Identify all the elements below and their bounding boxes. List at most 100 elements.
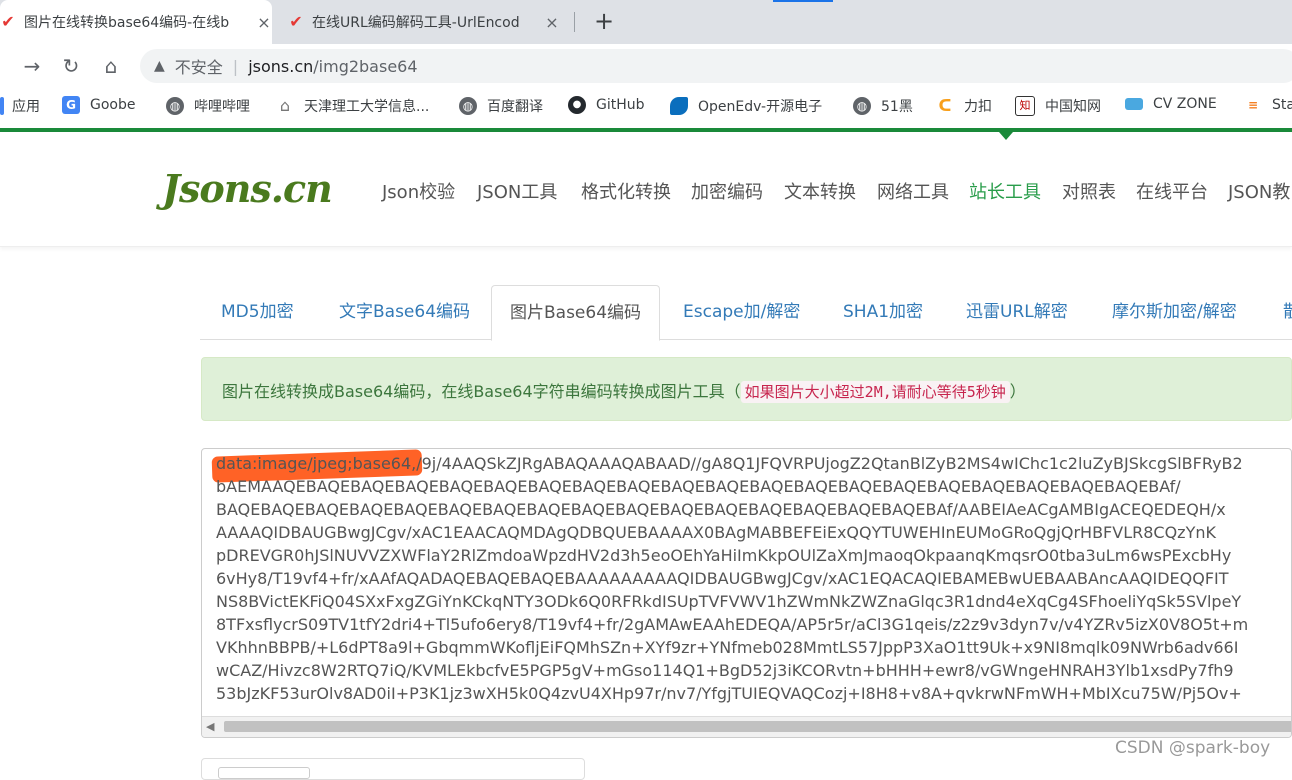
tab-more[interactable]: 散 bbox=[1283, 285, 1292, 339]
bookmark-goobe[interactable]: G Goobe bbox=[62, 96, 135, 114]
nav-json-tutorial[interactable]: JSON教 bbox=[1228, 178, 1290, 204]
active-nav-caret bbox=[999, 132, 1013, 140]
bookmark-baidu-translate[interactable]: ◍ 百度翻译 bbox=[459, 96, 543, 116]
tab-title: 图片在线转换base64编码-在线b bbox=[24, 15, 230, 31]
reload-icon[interactable]: ↻ bbox=[57, 52, 85, 80]
nav-format-convert[interactable]: 格式化转换 bbox=[581, 178, 671, 204]
base64-line: AAAAQIDBAUGBwgJCgv/xAC1EAACAQMDAgQDBQUEB… bbox=[216, 523, 1216, 542]
apps-icon bbox=[0, 97, 4, 115]
tab-morse[interactable]: 摩尔斯加密/解密 bbox=[1112, 285, 1237, 339]
tool-tabs: MD5加密 文字Base64编码 图片Base64编码 Escape加/解密 S… bbox=[200, 285, 1292, 341]
tab-text-base64[interactable]: 文字Base64编码 bbox=[339, 285, 470, 339]
alert-close-paren: ） bbox=[1009, 382, 1026, 401]
openedv-icon bbox=[670, 97, 688, 115]
base64-line: pDREVGR0hJSlNUVVZXWFlaY2RlZmdoaWpzdHV2d3… bbox=[216, 546, 1232, 565]
github-icon: ● bbox=[568, 96, 586, 114]
cvzone-icon bbox=[1125, 98, 1143, 110]
nav-text-convert[interactable]: 文本转换 bbox=[784, 178, 856, 204]
bookmark-label: 应用 bbox=[12, 99, 40, 115]
tab-separator bbox=[574, 12, 575, 32]
cnki-icon: 知 bbox=[1015, 96, 1035, 116]
bookmark-label: OpenEdv-开源电子 bbox=[698, 99, 823, 115]
home-icon: ⌂ bbox=[279, 96, 291, 115]
base64-line: VKhhnBBPB/+L6dPT8a9l+GbqmmWKofljEiFQMhSZ… bbox=[216, 638, 1239, 657]
bookmark-tjut[interactable]: ⌂ 天津理工大学信息... bbox=[276, 96, 429, 116]
base64-line: NS8BVictEKFiQ04SXxFxgZGiYnKCkqNTY3ODk6Q0… bbox=[216, 592, 1242, 611]
bookmarks-bar: 应用 G Goobe ◍ 哔哩哔哩 ⌂ 天津理工大学信息... ◍ 百度翻译 ●… bbox=[0, 88, 1292, 124]
tab-md5[interactable]: MD5加密 bbox=[221, 285, 294, 339]
warning-icon: ▲ bbox=[154, 58, 165, 74]
nav-webmaster-tools[interactable]: 站长工具 bbox=[969, 178, 1041, 204]
checkmark-favicon-icon: ✔ bbox=[1, 12, 15, 31]
watermark: CSDN @spark-boy bbox=[1115, 738, 1271, 758]
alert-text: 图片在线转换成Base64编码，在线Base64字符串编码转换成图片工具（ 如果图… bbox=[222, 378, 1026, 403]
bookmark-openedv[interactable]: OpenEdv-开源电子 bbox=[670, 96, 822, 116]
nav-reference-tables[interactable]: 对照表 bbox=[1062, 178, 1116, 204]
scroll-left-icon[interactable]: ◀ bbox=[206, 720, 214, 733]
browser-tab[interactable]: ✔ 在线URL编码解码工具-UrlEncod × bbox=[288, 0, 570, 44]
bookmark-cvzone[interactable]: CV ZONE bbox=[1125, 96, 1217, 112]
base64-text: /9j/4AAQSkZJRgABAQAAAQABAAD//gA8Q1JFQVRP… bbox=[416, 454, 1243, 473]
close-tab-icon[interactable]: × bbox=[256, 13, 272, 32]
stack-icon: ≡ bbox=[1247, 98, 1259, 112]
bookmark-label: 哔哩哔哩 bbox=[194, 99, 250, 115]
bookmark-leetcode[interactable]: ᑕ 力扣 bbox=[936, 96, 992, 116]
nav-online-platform[interactable]: 在线平台 bbox=[1136, 178, 1208, 204]
tab-thunder-url[interactable]: 迅雷URL解密 bbox=[966, 285, 1068, 339]
globe-icon: ◍ bbox=[166, 97, 184, 115]
tab-sha1[interactable]: SHA1加密 bbox=[843, 285, 923, 339]
forward-icon[interactable]: → bbox=[18, 52, 46, 80]
nav-json-validate[interactable]: Json校验 bbox=[382, 178, 455, 204]
bookmark-label: 中国知网 bbox=[1045, 99, 1101, 115]
nav-json-tools[interactable]: JSON工具 bbox=[477, 178, 557, 204]
browser-toolbar: → ↻ ⌂ ▲ 不安全 | jsons.cn/img2base64 bbox=[0, 44, 1292, 88]
base64-line: 8TFxsflycrS09TV1tfY2dri4+Tl5ufo6ery8/T19… bbox=[216, 615, 1249, 634]
bookmark-github[interactable]: ● GitHub bbox=[568, 96, 645, 114]
browser-tab-active[interactable]: ✔ 图片在线转换base64编码-在线b × bbox=[0, 0, 272, 44]
leetcode-icon: ᑕ bbox=[938, 96, 952, 115]
info-alert: 图片在线转换成Base64编码，在线Base64字符串编码转换成图片工具（ 如果图… bbox=[201, 357, 1292, 421]
url-path: /img2base64 bbox=[313, 56, 418, 76]
tab-strip: ✔ 图片在线转换base64编码-在线b × ✔ 在线URL编码解码工具-Url… bbox=[0, 0, 1292, 44]
alert-message: 图片在线转换成Base64编码，在线Base64字符串编码转换成图片工具（ bbox=[222, 382, 741, 401]
nav-encrypt-encode[interactable]: 加密编码 bbox=[691, 178, 763, 204]
base64-output[interactable]: data:image/jpeg;base64,/9j/4AAQSkZJRgABA… bbox=[201, 448, 1292, 738]
base64-line: wCAZ/Hivzc8W2RTQ7iQ/KVMLEkbcfvE5PGP5gV+m… bbox=[216, 661, 1234, 680]
base64-prefix: data:image/jpeg;base64, bbox=[216, 454, 417, 473]
horizontal-scrollbar[interactable]: ◀ bbox=[202, 716, 1291, 737]
bookmark-cnki[interactable]: 知 中国知网 bbox=[1015, 96, 1101, 116]
tab-escape[interactable]: Escape加/解密 bbox=[683, 285, 800, 339]
base64-line: 53bJzKF53urOlv8AD0iI+P3K1jz3wXH5k0Q4zvU4… bbox=[216, 684, 1242, 703]
nav-network-tools[interactable]: 网络工具 bbox=[877, 178, 949, 204]
lower-panel bbox=[201, 758, 585, 780]
bookmark-sta[interactable]: ≡ Sta bbox=[1244, 96, 1292, 114]
close-tab-icon[interactable]: × bbox=[544, 13, 560, 32]
home-icon[interactable]: ⌂ bbox=[97, 52, 125, 80]
tab-image-base64[interactable]: 图片Base64编码 bbox=[491, 285, 661, 341]
scrollbar-thumb[interactable] bbox=[224, 721, 1291, 732]
base64-line: BAQEBAQEBAQEBAQEBAQEBAQEBAQEBAQEBAQEBAQE… bbox=[216, 500, 1226, 519]
bookmark-label: 百度翻译 bbox=[487, 99, 543, 115]
base64-line: 6vHy8/T19vf4+fr/xAAfAQADAQEBAQEBAQEBAAAA… bbox=[216, 569, 1229, 588]
bookmark-51hei[interactable]: ◍ 51黑 bbox=[853, 96, 913, 116]
site-logo[interactable]: Jsons.cn bbox=[162, 166, 333, 211]
url-host: jsons.cn bbox=[248, 56, 314, 76]
globe-icon: ◍ bbox=[853, 97, 871, 115]
new-tab-button[interactable]: + bbox=[590, 7, 618, 35]
bookmark-bilibili[interactable]: ◍ 哔哩哔哩 bbox=[166, 96, 250, 116]
alert-note: 如果图片大小超过2M,请耐心等待5秒钟 bbox=[740, 381, 1010, 403]
bookmark-label: CV ZONE bbox=[1153, 96, 1217, 112]
tab-title: 在线URL编码解码工具-UrlEncod bbox=[312, 15, 520, 31]
bookmark-apps[interactable]: 应用 bbox=[0, 96, 40, 116]
security-label: 不安全 bbox=[174, 58, 223, 77]
bookmark-label: 天津理工大学信息... bbox=[304, 99, 430, 115]
address-bar[interactable]: ▲ 不安全 | jsons.cn/img2base64 bbox=[140, 49, 1292, 83]
lower-panel-button[interactable] bbox=[218, 767, 310, 779]
google-translate-icon: G bbox=[62, 96, 80, 114]
tab-strip-accent bbox=[773, 0, 833, 2]
base64-line: data:image/jpeg;base64,/9j/4AAQSkZJRgABA… bbox=[216, 454, 1243, 473]
bookmark-label: 力扣 bbox=[964, 99, 992, 115]
bookmark-label: Goobe bbox=[90, 97, 136, 113]
bookmark-label: 51黑 bbox=[881, 99, 913, 115]
site-header: Jsons.cn Json校验 JSON工具 格式化转换 加密编码 文本转换 网… bbox=[0, 132, 1292, 247]
